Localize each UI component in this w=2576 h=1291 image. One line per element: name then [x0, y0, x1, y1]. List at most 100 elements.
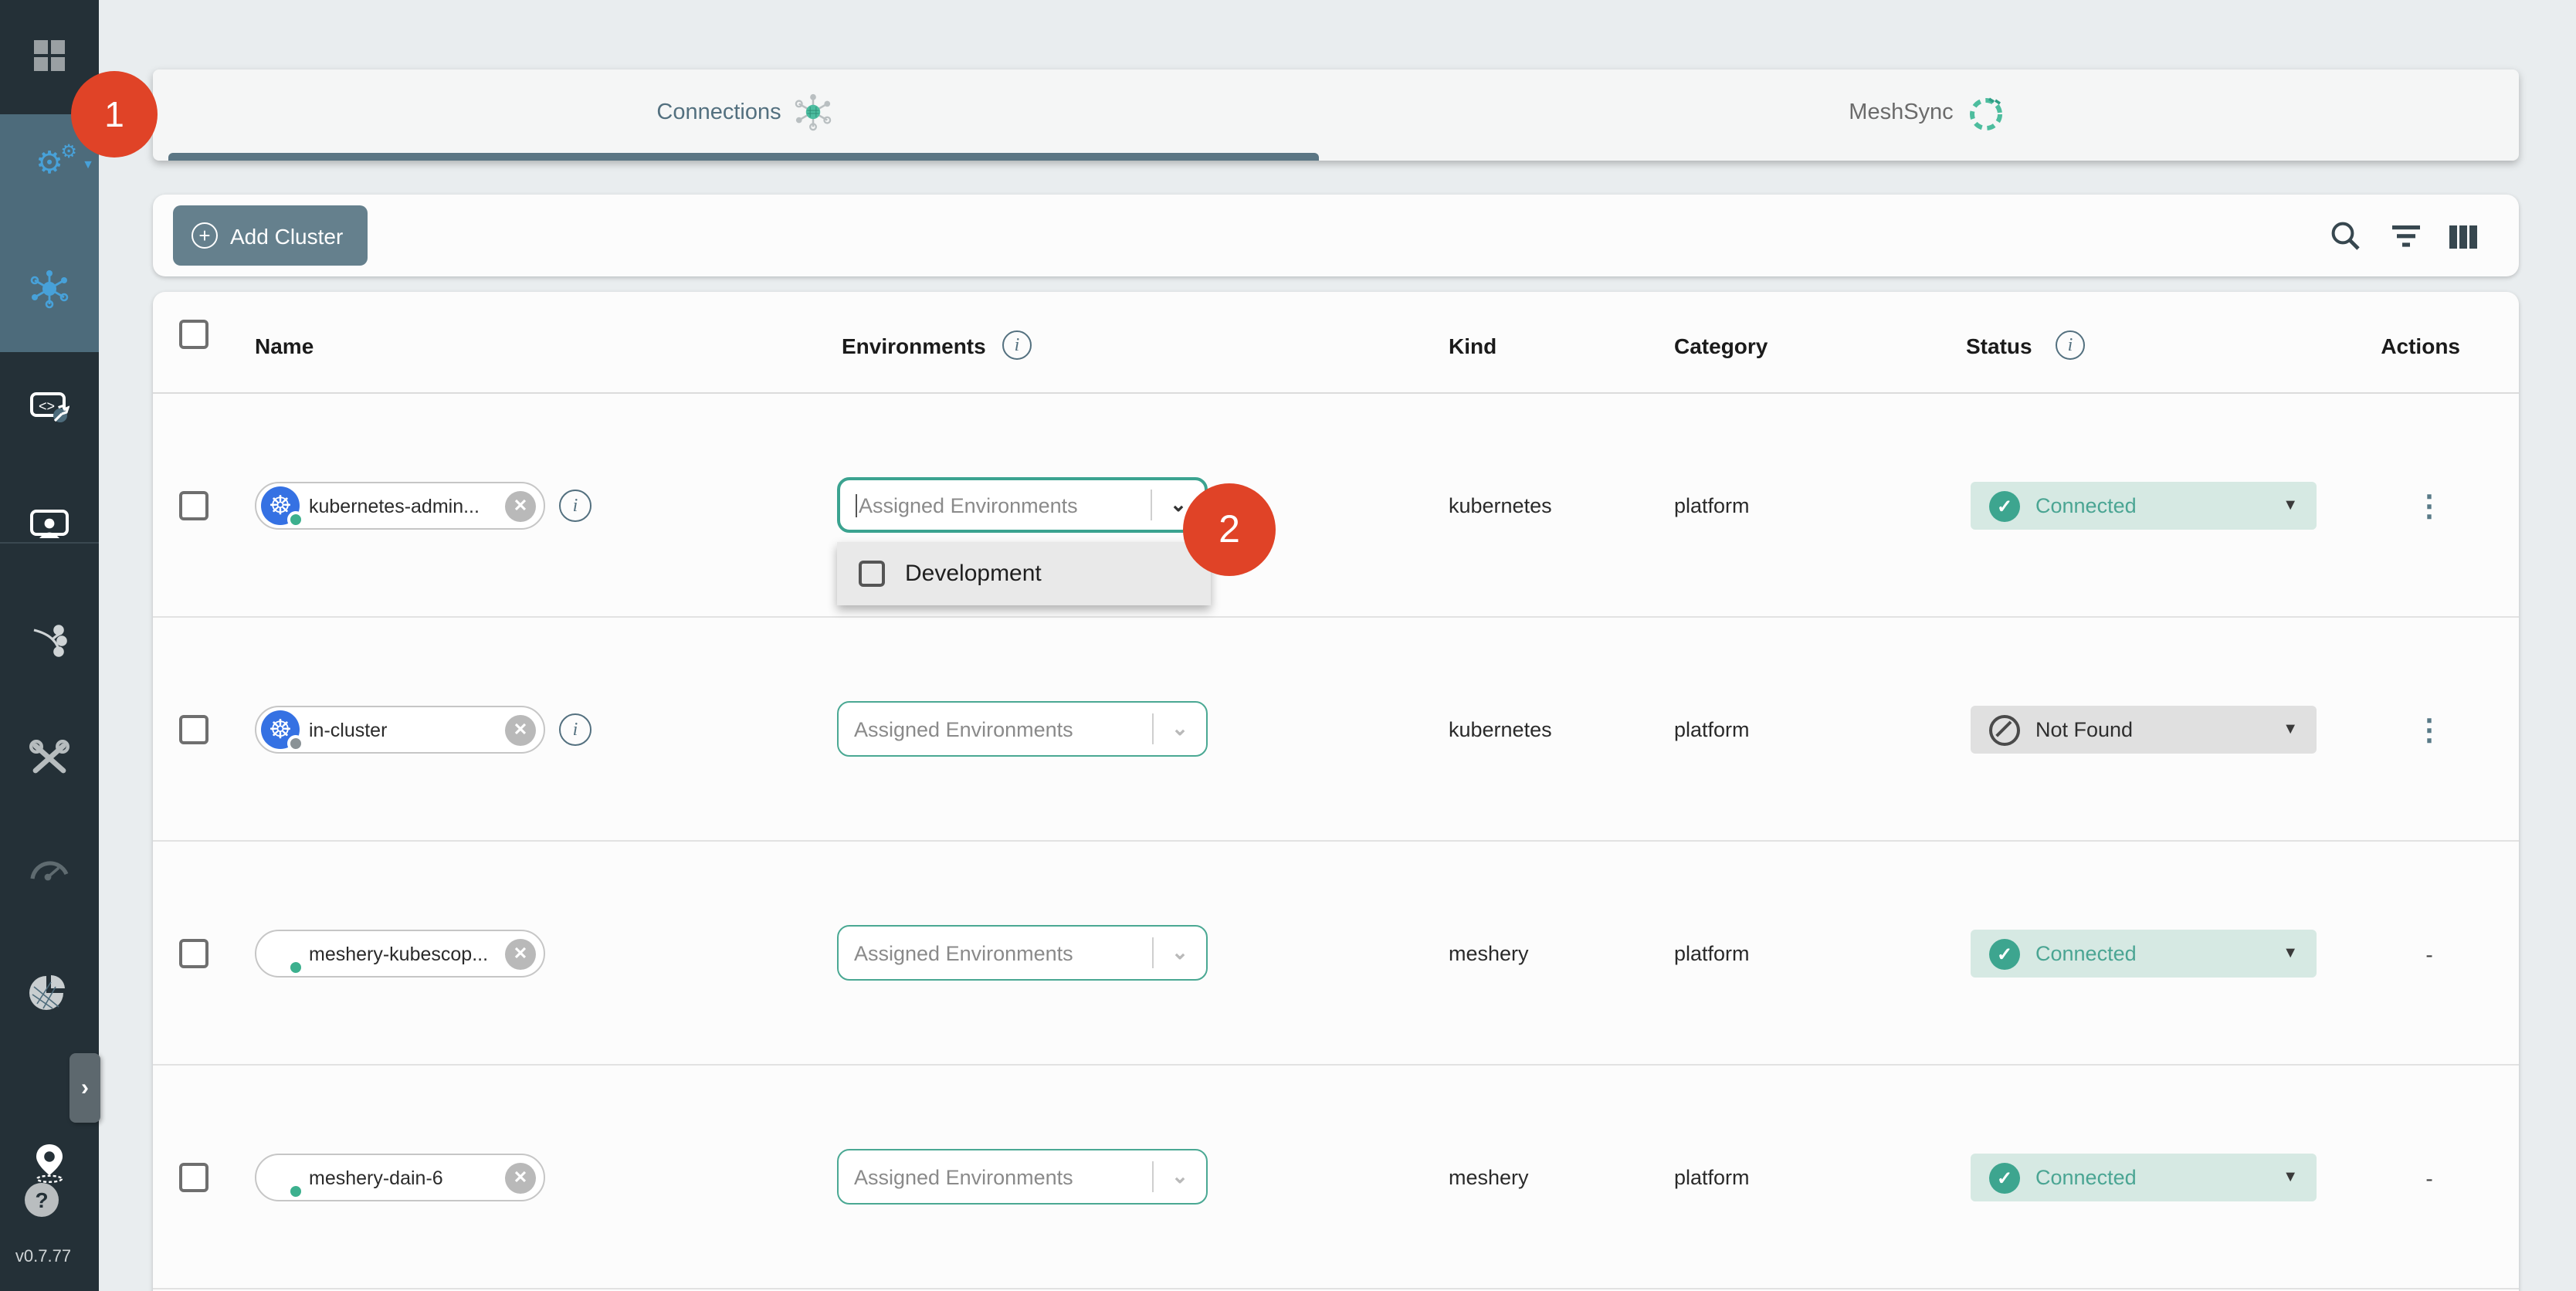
environment-option-label[interactable]: Development [905, 561, 1042, 587]
category-cell: platform [1674, 494, 1750, 517]
annotation-badge-1: 1 [71, 71, 158, 158]
status-caret-icon: ▼ [2283, 1169, 2298, 1186]
tab-connections[interactable]: Connections [153, 69, 1336, 154]
connections-mesh-icon[interactable] [0, 258, 99, 320]
status-chip[interactable]: Connected ▼ [1971, 482, 2317, 530]
mesh-hub-icon [794, 93, 832, 131]
connection-name: in-cluster [309, 719, 505, 740]
sidebar-expand-button[interactable]: › [69, 1053, 100, 1123]
annotation-badge-2: 2 [1183, 483, 1276, 576]
tab-meshsync[interactable]: MeshSync [1336, 69, 2519, 154]
add-cluster-label: Add Cluster [230, 223, 343, 248]
row-checkbox[interactable] [179, 491, 208, 520]
row-actions-menu-icon[interactable]: ⋮ [2415, 496, 2444, 517]
environments-placeholder: Assigned Environments [854, 941, 1152, 964]
table-body: ☸ kubernetes-admin... ✕ i Assigned Envir… [153, 394, 2519, 1289]
environment-option-checkbox[interactable] [859, 561, 885, 587]
remove-connection-icon[interactable]: ✕ [505, 490, 536, 521]
chevron-down-icon[interactable]: ⌄ [1154, 717, 1206, 741]
tabs-bar: Connections MeshSync [153, 69, 2519, 161]
table-row: ☸ in-cluster ✕ i Assigned Environments ⌄… [153, 618, 2519, 842]
category-cell: platform [1674, 1166, 1750, 1189]
remove-connection-icon[interactable]: ✕ [505, 938, 536, 969]
plus-circle-icon: + [192, 222, 218, 249]
row-actions-menu-icon[interactable]: ⋮ [2415, 720, 2444, 740]
remove-connection-icon[interactable]: ✕ [505, 1162, 536, 1193]
row-checkbox[interactable] [179, 1163, 208, 1192]
connection-name: kubernetes-admin... [309, 495, 505, 517]
crossed-wrenches-icon[interactable] [0, 727, 99, 789]
sync-spinner-icon [1966, 92, 2006, 132]
environments-select[interactable]: Assigned Environments ⌄ Development [837, 1149, 1208, 1205]
active-tab-indicator [168, 153, 1319, 161]
connection-state-dot [287, 735, 304, 752]
column-name: Name [255, 334, 314, 358]
environments-dropdown-menu: Development [837, 542, 1211, 605]
connection-info-icon[interactable]: i [559, 490, 591, 522]
kind-cell: kubernetes [1449, 494, 1552, 517]
status-chip[interactable]: Connected ▼ [1971, 1154, 2317, 1201]
toolbar: + Add Cluster [153, 195, 2519, 276]
status-label: Connected [2035, 494, 2283, 517]
category-cell: platform [1674, 718, 1750, 741]
connection-name-chip[interactable]: ☸ meshery-kubescop... ✕ [255, 930, 545, 978]
tab-meshsync-label: MeshSync [1849, 100, 1953, 124]
pie-extension-icon[interactable] [0, 962, 99, 1024]
connections-table: Name Environments i Kind Category Status… [153, 292, 2519, 1291]
column-category: Category [1674, 334, 1768, 358]
kind-cell: meshery [1449, 1166, 1529, 1189]
connection-name: meshery-dain-6 [309, 1167, 505, 1188]
environments-info-icon[interactable]: i [1002, 330, 1032, 360]
environments-select[interactable]: Assigned Environments ⌄ Development [837, 701, 1208, 757]
table-row: ☸ kubernetes-admin... ✕ i Assigned Envir… [153, 394, 2519, 618]
connection-name-chip[interactable]: ☸ meshery-dain-6 ✕ [255, 1154, 545, 1201]
remove-connection-icon[interactable]: ✕ [505, 714, 536, 745]
connection-state-dot [287, 511, 304, 528]
pie-glyph [29, 973, 69, 1013]
status-chip[interactable]: Connected ▼ [1971, 930, 2317, 978]
status-icon [1989, 490, 2020, 521]
status-chip[interactable]: Not Found ▼ [1971, 706, 2317, 754]
pin-glyph [31, 1143, 68, 1183]
sidebar-divider [0, 542, 99, 544]
select-all-checkbox[interactable] [179, 320, 208, 349]
row-actions-empty: - [2425, 942, 2432, 967]
user-screen-icon[interactable] [0, 494, 99, 556]
environments-select[interactable]: Assigned Environments ⌄ Development [837, 477, 1208, 533]
table-header: Name Environments i Kind Category Status… [153, 292, 2519, 394]
environments-select[interactable]: Assigned Environments ⌄ Development [837, 925, 1208, 981]
chevron-down-icon[interactable]: ⌄ [1154, 1164, 1206, 1189]
chevron-down-icon: ▼ [82, 157, 94, 171]
help-button[interactable]: ? [25, 1183, 59, 1217]
branch-icon[interactable] [0, 610, 99, 672]
row-actions-empty: - [2425, 1166, 2432, 1191]
code-window-glyph: <> [29, 391, 69, 425]
kind-cell: kubernetes [1449, 718, 1552, 741]
search-icon[interactable] [2326, 216, 2366, 256]
view-columns-icon[interactable] [2443, 216, 2483, 256]
chevron-down-icon[interactable]: ⌄ [1154, 940, 1206, 965]
category-cell: platform [1674, 942, 1750, 965]
row-checkbox[interactable] [179, 939, 208, 968]
add-cluster-button[interactable]: + Add Cluster [173, 205, 368, 266]
filter-icon[interactable] [2386, 216, 2426, 256]
speedometer-icon[interactable] [0, 839, 99, 900]
connection-name-chip[interactable]: ☸ kubernetes-admin... ✕ [255, 482, 545, 530]
connection-name: meshery-kubescop... [309, 943, 505, 964]
environments-placeholder: Assigned Environments [854, 1165, 1152, 1188]
mesh-hub-glyph [29, 269, 69, 309]
column-environments: Environments [842, 334, 986, 358]
code-window-icon[interactable]: <> [0, 377, 99, 439]
app-version: v0.7.77 [0, 1248, 86, 1266]
branch-glyph [29, 622, 69, 659]
connection-name-chip[interactable]: ☸ in-cluster ✕ [255, 706, 545, 754]
connection-info-icon[interactable]: i [559, 713, 591, 746]
kind-cell: meshery [1449, 942, 1529, 965]
status-caret-icon: ▼ [2283, 497, 2298, 514]
wrenches-glyph [29, 740, 69, 777]
column-status: Status [1966, 334, 2032, 358]
dashboard-grid-icon[interactable] [0, 25, 99, 86]
status-info-icon[interactable]: i [2056, 330, 2085, 360]
row-checkbox[interactable] [179, 715, 208, 744]
table-row: ☸ meshery-dain-6 ✕ Assigned Environments… [153, 1066, 2519, 1289]
